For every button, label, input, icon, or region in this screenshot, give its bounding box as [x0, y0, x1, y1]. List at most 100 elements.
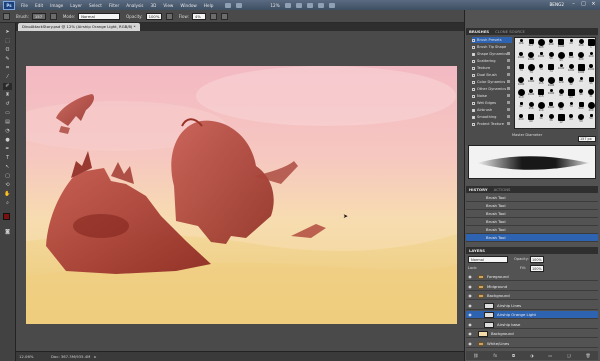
- foreground-color-swatch[interactable]: [3, 213, 10, 220]
- lock-icon[interactable]: [507, 66, 510, 69]
- brush-preset[interactable]: 1000: [516, 76, 526, 88]
- brush-option-7[interactable]: Other Dynamics: [472, 86, 512, 92]
- layer-row[interactable]: ◉ Background: [466, 330, 598, 338]
- brush-preset[interactable]: 50: [546, 51, 556, 63]
- brush-size-picker[interactable]: 157: [31, 12, 46, 20]
- brush-preset[interactable]: 156: [526, 101, 536, 113]
- brush-option-checkbox[interactable]: [472, 122, 475, 126]
- zoom-readout[interactable]: 12.06%: [19, 354, 45, 359]
- brush-tool-icon[interactable]: ✐: [3, 83, 12, 90]
- brush-preset[interactable]: 113: [516, 89, 526, 100]
- pen-tool-icon[interactable]: ✒: [3, 146, 12, 153]
- lock-icon[interactable]: [507, 73, 510, 76]
- brush-preset[interactable]: 31: [586, 89, 596, 100]
- bridge-icon[interactable]: [225, 2, 232, 8]
- menu-3d[interactable]: 3D: [151, 3, 157, 8]
- brush-preset[interactable]: 200: [566, 51, 576, 63]
- lock-icon[interactable]: [507, 52, 510, 55]
- artwork-canvas[interactable]: ➤: [26, 66, 457, 324]
- menu-select[interactable]: Select: [89, 3, 102, 8]
- brush-preset[interactable]: 200: [586, 101, 596, 113]
- minibridge-icon[interactable]: [236, 2, 243, 8]
- history-state[interactable]: Brush Tool: [466, 210, 598, 218]
- add-mask-icon[interactable]: ◘: [512, 353, 515, 358]
- eraser-tool-icon[interactable]: ▭: [3, 110, 12, 117]
- brush-option-checkbox[interactable]: [472, 73, 475, 77]
- history-brush-tool-icon[interactable]: ↺: [3, 101, 12, 108]
- close-icon[interactable]: ×: [590, 1, 597, 8]
- brush-preset[interactable]: 32: [566, 76, 576, 88]
- lock-icon[interactable]: [507, 87, 510, 90]
- visibility-eye-icon[interactable]: ◉: [467, 274, 473, 280]
- brush-preset[interactable]: 200: [516, 114, 526, 125]
- history-state[interactable]: Brush Tool: [466, 218, 598, 226]
- menu-analysis[interactable]: Analysis: [126, 3, 143, 8]
- opacity-field[interactable]: 100%: [145, 12, 162, 20]
- brush-preset[interactable]: 29: [566, 39, 576, 50]
- workspace-name[interactable]: BENG2: [549, 2, 564, 7]
- brush-option-checkbox[interactable]: [472, 115, 475, 119]
- brush-preset[interactable]: 96: [586, 76, 596, 88]
- airbrush-icon[interactable]: [209, 12, 217, 20]
- zoom-icon[interactable]: [295, 2, 302, 8]
- menu-file[interactable]: File: [21, 3, 28, 8]
- layer-row[interactable]: ◉ Airship Lines: [466, 302, 598, 310]
- history-state[interactable]: Brush Tool: [466, 194, 598, 202]
- brush-preset[interactable]: 115: [536, 89, 546, 100]
- new-group-icon[interactable]: ▭: [548, 353, 552, 358]
- brush-preset[interactable]: 600: [576, 101, 586, 113]
- lock-icon[interactable]: [507, 108, 510, 111]
- tab-history[interactable]: HISTORY: [466, 187, 491, 192]
- brush-option-10[interactable]: Airbrush: [472, 107, 512, 113]
- brush-preset[interactable]: 1000: [556, 64, 566, 75]
- brush-option-checkbox[interactable]: [472, 59, 475, 63]
- screen-mode-icon[interactable]: [328, 2, 335, 8]
- brush-option-checkbox[interactable]: [472, 87, 475, 91]
- blend-mode-select[interactable]: Normal: [468, 256, 508, 263]
- brush-preset[interactable]: 93: [556, 51, 566, 63]
- brush-preset[interactable]: 1000: [526, 76, 536, 88]
- menu-filter[interactable]: Filter: [109, 3, 119, 8]
- lock-icon[interactable]: [507, 122, 510, 125]
- brush-option-checkbox[interactable]: [472, 94, 475, 98]
- rotate-view-icon[interactable]: [306, 2, 313, 8]
- flow-field[interactable]: 4%: [191, 12, 206, 20]
- history-state[interactable]: Brush Tool: [466, 202, 598, 210]
- visibility-eye-icon[interactable]: ◉: [467, 303, 473, 309]
- quick-select-tool-icon[interactable]: ✎: [3, 56, 12, 63]
- tab-clone-source[interactable]: CLONE SOURCE: [492, 29, 528, 34]
- menu-view[interactable]: View: [163, 3, 173, 8]
- brush-option-5[interactable]: Dual Brush: [472, 72, 512, 78]
- 3d-rotate-tool-icon[interactable]: ⟲: [3, 182, 12, 189]
- path-select-tool-icon[interactable]: ↖: [3, 164, 12, 171]
- history-state[interactable]: Brush Tool: [466, 226, 598, 234]
- gradient-tool-icon[interactable]: ▤: [3, 119, 12, 126]
- brush-option-3[interactable]: Scattering: [472, 58, 512, 64]
- adjustment-layer-icon[interactable]: ◑: [530, 353, 534, 358]
- tab-layers[interactable]: LAYERS: [466, 248, 488, 253]
- zoom-tool-icon[interactable]: ⌕: [3, 200, 12, 207]
- brush-option-checkbox[interactable]: [472, 66, 475, 70]
- visibility-eye-icon[interactable]: ◉: [467, 293, 473, 299]
- hand-tool-icon[interactable]: ✋: [3, 191, 12, 198]
- lock-icon[interactable]: [507, 101, 510, 104]
- brush-option-9[interactable]: Wet Edges: [472, 100, 512, 106]
- tab-brushes[interactable]: BRUSHES: [466, 29, 492, 34]
- visibility-eye-icon[interactable]: ◉: [467, 322, 473, 328]
- menu-image[interactable]: Image: [50, 3, 63, 8]
- brush-preset[interactable]: 54: [556, 101, 566, 113]
- blur-tool-icon[interactable]: ◔: [3, 128, 12, 135]
- dodge-tool-icon[interactable]: ●: [3, 137, 12, 144]
- visibility-eye-icon[interactable]: ◉: [467, 284, 473, 290]
- layer-row[interactable]: ◉ Airship Orange Light: [466, 311, 598, 319]
- brush-option-checkbox[interactable]: [472, 101, 475, 105]
- brush-preset[interactable]: 105: [536, 39, 546, 50]
- brush-option-checkbox[interactable]: [472, 52, 475, 56]
- arrange-documents-icon[interactable]: [317, 2, 324, 8]
- brush-preset[interactable]: 63: [576, 76, 586, 88]
- marquee-tool-icon[interactable]: ⬚: [3, 38, 12, 45]
- layer-style-icon[interactable]: fx: [493, 353, 497, 358]
- brush-preset[interactable]: 114: [536, 101, 546, 113]
- brush-preset[interactable]: 115: [536, 76, 546, 88]
- brush-preset[interactable]: 16: [536, 114, 546, 125]
